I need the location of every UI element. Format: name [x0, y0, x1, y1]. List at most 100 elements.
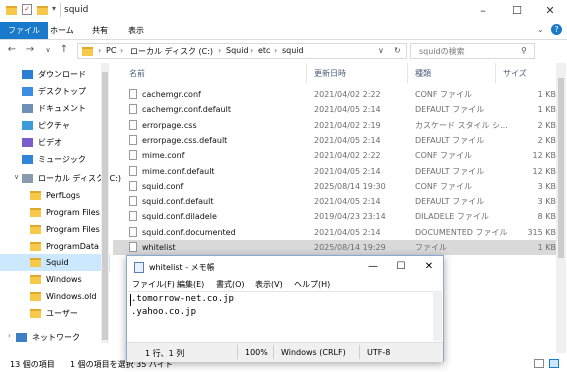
download-icon	[22, 70, 33, 79]
up-arrow-icon[interactable]: ↑	[58, 44, 70, 55]
column-type[interactable]: 種類	[415, 68, 431, 79]
crumb-squid[interactable]: Squid	[226, 46, 249, 55]
sidebar-item[interactable]: ProgramData	[0, 238, 110, 255]
file-date: 2025/08/14 19:30	[314, 181, 386, 191]
address-bar[interactable]: › PC › ローカル ディスク (C:) › Squid › etc › sq…	[77, 43, 407, 59]
file-size: 3 KB	[537, 197, 556, 207]
file-type: DEFAULT ファイル	[415, 166, 485, 176]
sidebar-item[interactable]: ミュージック	[0, 151, 110, 168]
video-icon	[22, 138, 33, 147]
minimize-button[interactable]: –	[466, 0, 500, 22]
search-input[interactable]: squidの検索 ⚲	[410, 43, 535, 59]
sidebar-item[interactable]: Squid	[0, 254, 110, 271]
file-date: 2025/08/14 19:29	[314, 243, 386, 252]
file-row[interactable]: mime.conf 2021/04/02 2:22 CONF ファイル 12 KB	[113, 148, 556, 163]
notepad-maximize-button[interactable]: ☐	[387, 256, 415, 278]
menu-file[interactable]: ファイル(F)	[132, 279, 175, 290]
sidebar-item[interactable]: ユーザー	[0, 305, 110, 322]
tab-home[interactable]: ホーム	[42, 22, 82, 39]
crumb-pc[interactable]: PC	[106, 46, 116, 55]
status-divider	[273, 345, 274, 359]
back-arrow-icon[interactable]: ←	[6, 44, 18, 55]
file-row[interactable]: squid.conf.default 2021/04/05 2:14 DEFAULT…	[113, 194, 556, 209]
file-row[interactable]: squid.conf.diladele 2019/04/23 23:14 DILAD…	[113, 209, 556, 224]
file-size: 1 KB	[537, 243, 556, 252]
column-size[interactable]: サイズ	[503, 68, 527, 79]
help-button[interactable]: ?	[551, 24, 562, 35]
menu-view[interactable]: 表示(V)	[255, 279, 283, 290]
sidebar-item[interactable]: Windows	[0, 271, 110, 288]
sidebar-item[interactable]: Windows.old	[0, 288, 110, 305]
file-row[interactable]: errorpage.css 2021/04/02 2:19 カスケード スタイル シ…	[113, 118, 556, 133]
file-list-scrollbar-thumb[interactable]	[558, 78, 564, 258]
notepad-window[interactable]: whitelist - メモ帳 — ☐ ✕ ファイル(F) 編集(E) 書式(O…	[126, 255, 444, 362]
sidebar-item[interactable]: デスクトップ	[0, 83, 110, 100]
refresh-icon[interactable]: ↻	[394, 46, 401, 55]
expand-chevron-icon[interactable]: ›	[8, 332, 11, 340]
column-divider[interactable]	[306, 63, 307, 83]
tab-share[interactable]: 共有	[84, 22, 116, 39]
sidebar-item[interactable]: ダウンロード	[0, 66, 110, 83]
expand-chevron-icon[interactable]: ∨	[14, 173, 19, 181]
crumb-chevron-icon: ›	[98, 46, 102, 55]
sidebar-item[interactable]: ピクチャ	[0, 117, 110, 134]
column-divider[interactable]	[495, 63, 496, 83]
file-row[interactable]: cachemgr.conf 2021/04/02 2:22 CONF ファイル 1 K…	[113, 87, 556, 102]
properties-icon[interactable]: ✓	[22, 4, 32, 15]
file-row[interactable]: errorpage.css.default 2021/04/05 2:14 DEFA…	[113, 133, 556, 148]
menu-edit[interactable]: 編集(E)	[177, 279, 204, 290]
file-icon	[129, 180, 137, 191]
maximize-button[interactable]: ☐	[500, 0, 534, 22]
status-divider	[237, 345, 238, 359]
tab-file[interactable]: ファイル	[0, 22, 48, 39]
crumb-etc[interactable]: etc	[258, 46, 270, 55]
quick-access-dropdown-icon[interactable]: ▾	[52, 4, 56, 13]
large-icons-view-icon[interactable]	[549, 359, 559, 368]
sidebar-item[interactable]: Program Files (	[0, 221, 110, 238]
file-size: 8 KB	[537, 212, 556, 222]
column-date[interactable]: 更新日時	[314, 68, 346, 79]
notepad-scrollbar[interactable]	[433, 291, 442, 341]
sidebar-item[interactable]: ビデオ	[0, 134, 110, 151]
file-name: errorpage.css	[142, 120, 197, 130]
column-divider[interactable]	[407, 63, 408, 83]
menu-format[interactable]: 書式(O)	[216, 279, 245, 290]
file-row[interactable]: squid.conf.documented 2021/04/05 2:14 DOCU…	[113, 225, 556, 240]
crumb-squid-folder[interactable]: squid	[282, 46, 304, 55]
file-size: 1 KB	[537, 105, 556, 115]
notepad-close-button[interactable]: ✕	[415, 256, 443, 278]
address-dropdown-icon[interactable]: ∨	[378, 46, 384, 55]
file-name: squid.conf	[142, 181, 184, 191]
crumb-local-disk[interactable]: ローカル ディスク (C:)	[130, 46, 213, 57]
ribbon: ファイル ホーム 共有 表示 ⌄ ?	[0, 22, 567, 40]
forward-arrow-icon[interactable]: →	[24, 44, 36, 55]
sidebar-item[interactable]: Program Files	[0, 204, 110, 221]
notepad-minimize-button[interactable]: —	[359, 256, 387, 278]
file-row[interactable]: whitelist 2025/08/14 19:29 ファイル 1 KB	[113, 240, 556, 255]
close-button[interactable]: ✕	[533, 0, 567, 22]
notepad-titlebar[interactable]: whitelist - メモ帳 — ☐ ✕	[127, 256, 443, 278]
new-folder-icon[interactable]	[37, 6, 48, 15]
file-row[interactable]: cachemgr.conf.default 2021/04/05 2:14 DEFA…	[113, 102, 556, 117]
menu-help[interactable]: ヘルプ(H)	[294, 279, 330, 290]
ribbon-expand-icon[interactable]: ⌄	[537, 25, 544, 34]
sidebar-item[interactable]: ドキュメント	[0, 100, 110, 117]
file-date: 2021/04/02 2:19	[314, 120, 381, 130]
sidebar-scrollbar-thumb[interactable]	[102, 72, 108, 340]
file-icon	[129, 150, 137, 161]
folder-icon	[30, 208, 41, 217]
crumb-chevron-icon: ›	[218, 46, 222, 55]
sidebar-item[interactable]: ネットワーク	[0, 329, 110, 346]
details-view-icon[interactable]	[534, 359, 544, 368]
tab-view[interactable]: 表示	[120, 22, 152, 39]
search-icon: ⚲	[521, 46, 527, 55]
notepad-text-area[interactable]: .tomorrow-net.co.jp .yahoo.co.jp	[128, 291, 433, 342]
sidebar-item[interactable]: PerfLogs	[0, 187, 110, 204]
file-name: mime.conf.default	[142, 166, 215, 176]
file-row[interactable]: squid.conf 2025/08/14 19:30 CONF ファイル 3 KB	[113, 179, 556, 194]
text-line: .yahoo.co.jp	[131, 307, 197, 317]
file-name: cachemgr.conf	[142, 90, 201, 99]
file-row[interactable]: mime.conf.default 2021/04/05 2:14 DEFAULT …	[113, 164, 556, 179]
recent-dropdown-icon[interactable]: ∨	[42, 46, 54, 54]
column-name[interactable]: 名前	[129, 68, 145, 79]
